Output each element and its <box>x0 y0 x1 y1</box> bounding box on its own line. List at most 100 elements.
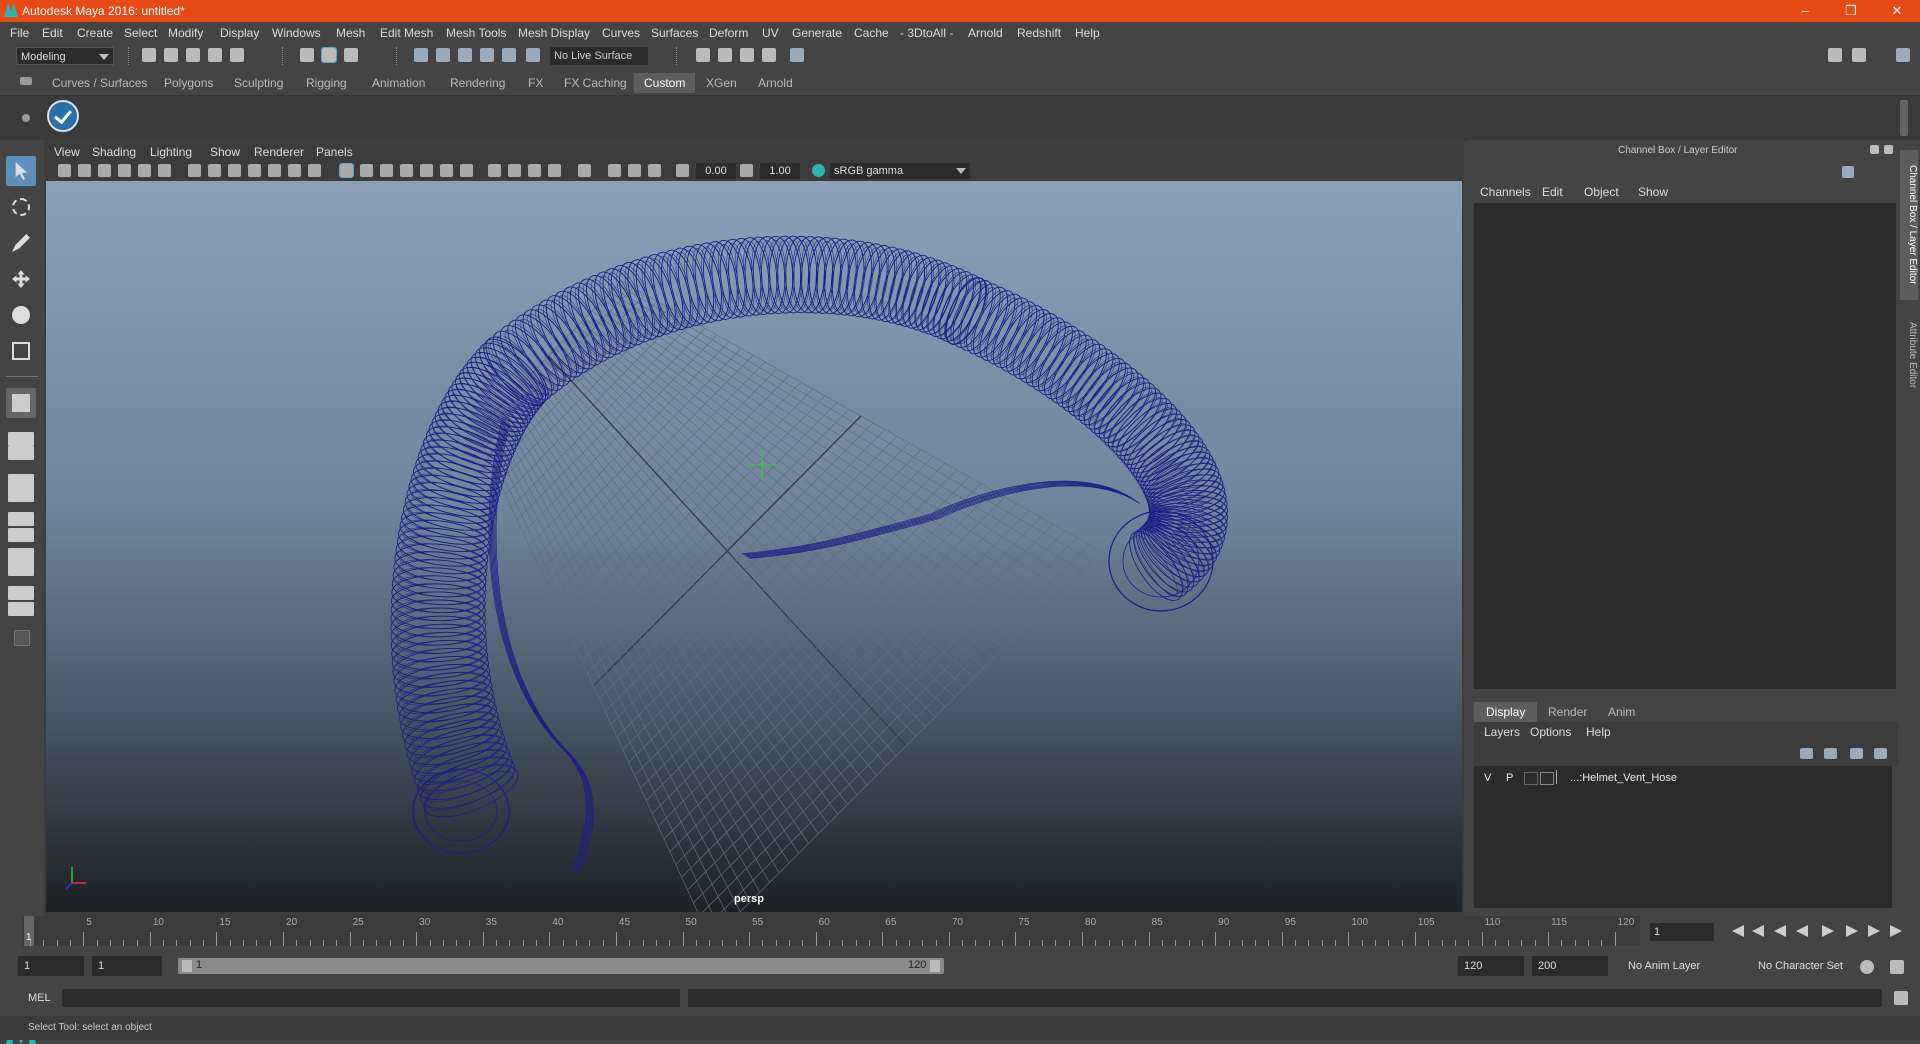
menu-windows[interactable]: Windows <box>272 26 321 40</box>
minimize-button[interactable]: – <box>1782 0 1828 22</box>
image-plane-icon[interactable] <box>118 164 131 177</box>
open-scene-icon[interactable] <box>164 48 178 62</box>
move-tool[interactable] <box>6 264 36 294</box>
view-transform-dropdown[interactable]: sRGB gamma <box>830 163 970 179</box>
tab-rigging[interactable]: Rigging <box>296 73 357 93</box>
render-settings-icon[interactable] <box>762 48 776 62</box>
render-view-icon[interactable] <box>696 48 710 62</box>
step-forward-key-icon[interactable] <box>1846 925 1858 937</box>
rotate-tool[interactable] <box>6 300 36 330</box>
layout-icon[interactable] <box>1828 48 1842 62</box>
tab-arnold[interactable]: Arnold <box>748 73 803 93</box>
select-hierarchy-icon[interactable] <box>300 48 314 62</box>
wireframe-on-shaded-icon[interactable] <box>400 164 413 177</box>
shelf-scroll-icon[interactable] <box>1900 100 1908 136</box>
channel-box-toggle-icon[interactable] <box>1896 48 1910 62</box>
tab-fx[interactable]: FX <box>518 73 553 93</box>
gear-icon[interactable] <box>22 114 30 122</box>
tab-anim[interactable]: Anim <box>1596 702 1647 722</box>
depth-of-field-icon[interactable] <box>548 164 561 177</box>
layer-row[interactable]: V P ...:Helmet_Vent_Hose <box>1478 770 1890 788</box>
range-slider[interactable]: 1 120 <box>178 958 944 974</box>
menu-edit[interactable]: Edit <box>42 26 63 40</box>
command-language-label[interactable]: MEL <box>28 992 51 1004</box>
snap-view-plane-icon[interactable] <box>480 48 494 62</box>
script-layout-icon-alt[interactable] <box>8 602 34 616</box>
snap-point-icon[interactable] <box>458 48 472 62</box>
layer-menu-layers[interactable]: Layers <box>1484 725 1520 739</box>
hose-mesh-wireframe[interactable] <box>390 235 1229 874</box>
menu-generate[interactable]: Generate <box>792 26 842 40</box>
resolution-gate-icon[interactable] <box>228 164 241 177</box>
xray-icon[interactable] <box>608 164 621 177</box>
four-view-layout-icon[interactable] <box>8 432 34 446</box>
quick-layout-single[interactable] <box>6 388 36 418</box>
ipr-render-icon[interactable] <box>740 48 754 62</box>
tab-curves-surfaces[interactable]: Curves / Surfaces <box>42 73 157 93</box>
time-slider[interactable]: 1 5 10 15 20 25 30 35 40 45 50 55 60 65 70 75 80 85 90 95 1… <box>22 916 1640 946</box>
go-to-end-icon[interactable] <box>1890 925 1902 937</box>
attribute-editor-toggle-icon[interactable] <box>1852 48 1866 62</box>
outliner-layout-icon[interactable] <box>8 474 34 502</box>
layer-menu-options[interactable]: Options <box>1530 725 1571 739</box>
motion-blur-icon[interactable] <box>508 164 521 177</box>
menu-file[interactable]: File <box>10 26 29 40</box>
play-forwards-icon[interactable] <box>1822 925 1834 937</box>
color-management-icon[interactable] <box>812 164 825 177</box>
animation-start-field[interactable]: 1 <box>18 956 84 976</box>
use-default-material-icon[interactable] <box>380 164 393 177</box>
menu-deform[interactable]: Deform <box>709 26 748 40</box>
isolate-select-icon[interactable] <box>578 164 591 177</box>
menu-set-dropdown[interactable]: Modeling <box>16 47 114 65</box>
viewport-menu-view[interactable]: View <box>54 145 80 159</box>
menu-display[interactable]: Display <box>220 26 259 40</box>
script-layout-icon[interactable] <box>8 586 34 600</box>
smooth-shade-icon[interactable] <box>360 164 373 177</box>
move-layer-up-icon[interactable] <box>1800 748 1813 759</box>
step-back-frame-icon[interactable] <box>1752 925 1764 937</box>
range-start-handle[interactable] <box>182 960 192 972</box>
paint-select-tool[interactable] <box>6 228 36 258</box>
script-editor-icon[interactable] <box>1894 991 1908 1005</box>
close-icon[interactable] <box>1884 145 1893 154</box>
lasso-tool[interactable] <box>6 192 36 222</box>
menu-mesh[interactable]: Mesh <box>336 26 365 40</box>
gamma-field[interactable]: 1.00 <box>760 163 800 179</box>
go-to-start-icon[interactable] <box>1732 925 1744 937</box>
textured-icon[interactable] <box>420 164 433 177</box>
new-scene-icon[interactable] <box>142 48 156 62</box>
step-back-key-icon[interactable] <box>1774 925 1786 937</box>
scale-tool[interactable] <box>6 336 36 366</box>
select-component-icon[interactable] <box>344 48 358 62</box>
channel-box-menu-channels[interactable]: Channels <box>1480 185 1531 199</box>
tab-render[interactable]: Render <box>1536 702 1599 722</box>
select-object-icon[interactable] <box>321 47 337 63</box>
tab-fx-caching[interactable]: FX Caching <box>554 73 637 93</box>
viewport-menu-panels[interactable]: Panels <box>316 145 353 159</box>
close-button[interactable]: ✕ <box>1874 0 1920 22</box>
live-surface-field[interactable]: No Live Surface <box>550 47 648 65</box>
safe-action-icon[interactable] <box>288 164 301 177</box>
channel-box-menu-edit[interactable]: Edit <box>1542 185 1563 199</box>
menu-mesh-display[interactable]: Mesh Display <box>518 26 590 40</box>
wireframe-icon[interactable] <box>339 163 354 178</box>
layer-color-swatch[interactable] <box>1540 772 1554 785</box>
layer-playback-toggle[interactable]: P <box>1506 772 1513 784</box>
xray-joints-icon[interactable] <box>628 164 641 177</box>
tab-rendering[interactable]: Rendering <box>440 73 515 93</box>
3d-viewport[interactable]: persp <box>46 181 1462 912</box>
command-input[interactable] <box>62 989 680 1007</box>
layer-visibility-toggle[interactable]: V <box>1484 772 1491 784</box>
gate-mask-icon[interactable] <box>248 164 261 177</box>
layer-menu-help[interactable]: Help <box>1586 725 1611 739</box>
camera-attributes-icon[interactable] <box>78 164 91 177</box>
safe-title-icon[interactable] <box>308 164 321 177</box>
menu-surfaces[interactable]: Surfaces <box>651 26 698 40</box>
viewport-menu-shading[interactable]: Shading <box>92 145 136 159</box>
exposure-field[interactable]: 0.00 <box>696 163 736 179</box>
grid-icon[interactable] <box>188 164 201 177</box>
anti-aliasing-icon[interactable] <box>528 164 541 177</box>
float-panel-icon[interactable] <box>1870 145 1879 154</box>
axis-orient-icon[interactable] <box>1842 166 1854 178</box>
film-gate-icon[interactable] <box>208 164 221 177</box>
